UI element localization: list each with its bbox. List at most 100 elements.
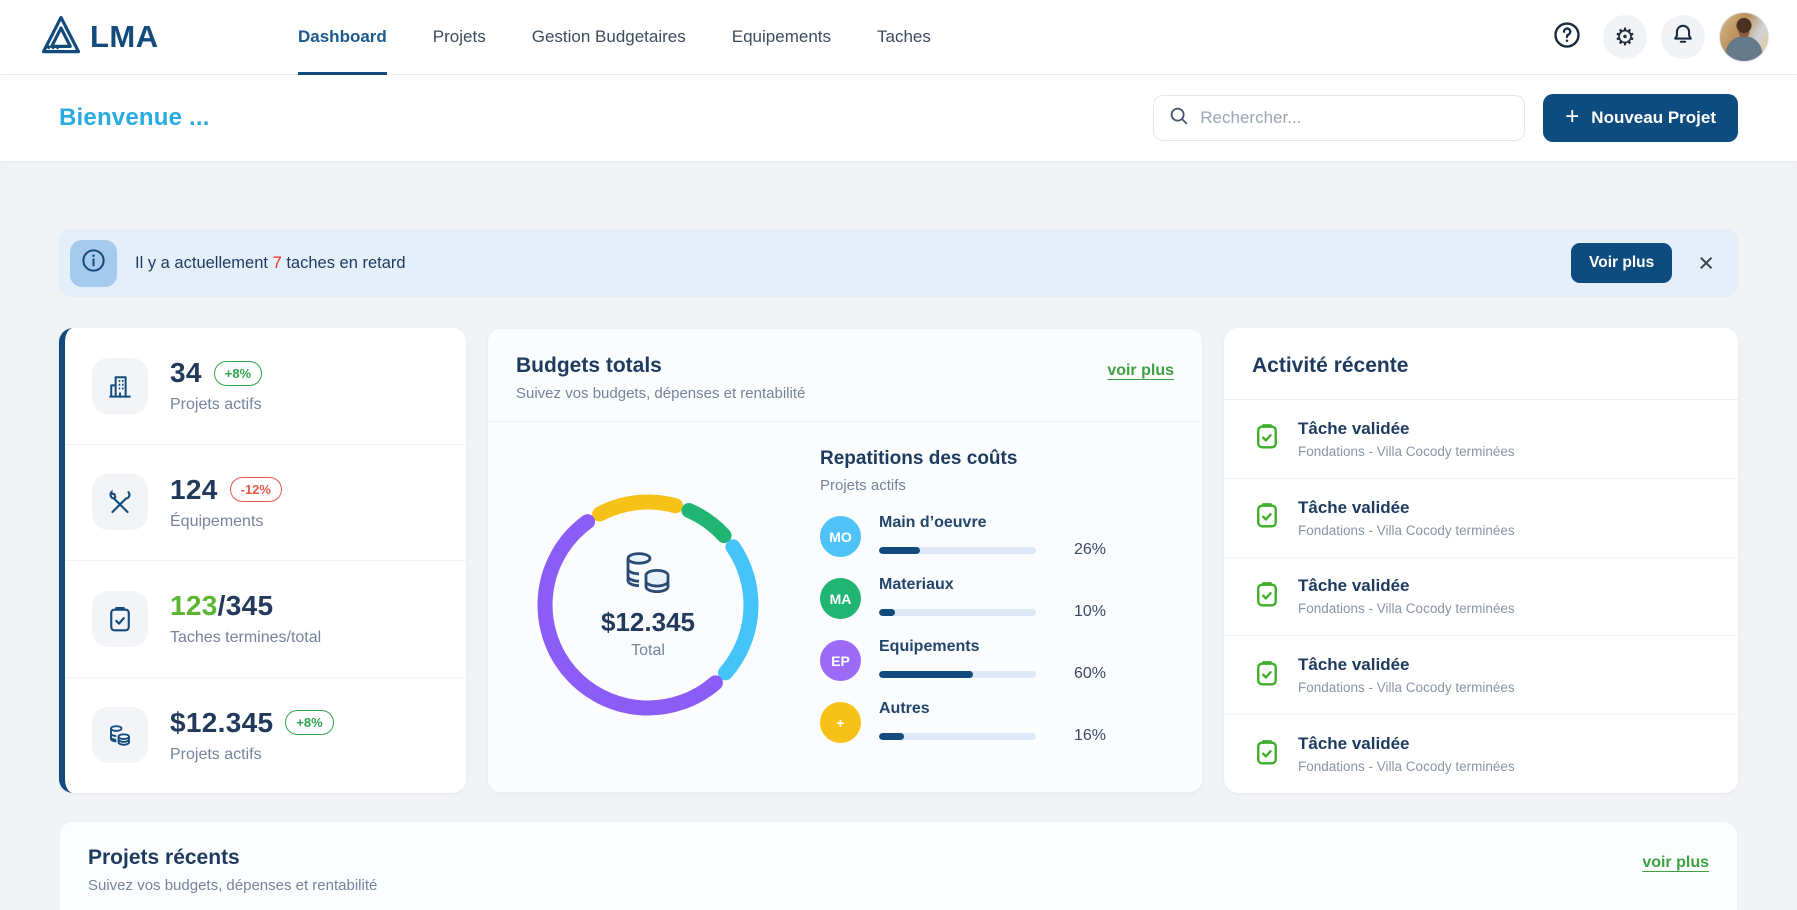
legend-avatar-mo: MO bbox=[820, 516, 861, 557]
activity-item[interactable]: Tâche validée Fondations - Villa Cocody … bbox=[1224, 400, 1738, 479]
stat-value: 124 bbox=[170, 474, 218, 506]
budget-donut-chart: $12.345 Total bbox=[530, 487, 766, 723]
activity-item-subtitle: Fondations - Villa Cocody terminées bbox=[1298, 759, 1515, 774]
stat-badge: +8% bbox=[214, 361, 262, 386]
coins-stack-icon bbox=[620, 550, 676, 601]
activity-item-title: Tâche validée bbox=[1298, 655, 1515, 675]
recent-activity-card: Activité récente Tâche validée Fondation… bbox=[1224, 328, 1738, 793]
activity-item-subtitle: Fondations - Villa Cocody terminées bbox=[1298, 680, 1515, 695]
nav-equipements[interactable]: Equipements bbox=[732, 0, 831, 75]
clipboard-check-icon bbox=[1252, 657, 1282, 694]
recent-subtitle: Suivez vos budgets, dépenses et rentabil… bbox=[88, 877, 377, 894]
budget-voir-plus-link[interactable]: voir plus bbox=[1107, 362, 1174, 380]
stat-label: Projets actifs bbox=[170, 746, 334, 764]
legend-percent: 26% bbox=[1074, 541, 1106, 559]
activity-title: Activité récente bbox=[1252, 354, 1710, 378]
stat-label: Équipements bbox=[170, 513, 282, 531]
app-logo[interactable]: LMA bbox=[38, 14, 238, 61]
legend-avatar-autres: + bbox=[820, 702, 861, 743]
activity-item[interactable]: Tâche validée Fondations - Villa Cocody … bbox=[1224, 715, 1738, 793]
coins-icon bbox=[92, 707, 148, 763]
activity-item-title: Tâche validée bbox=[1298, 734, 1515, 754]
main-content: Il y a actuellement 7 taches en retard V… bbox=[0, 229, 1797, 910]
stat-value: 34 bbox=[170, 357, 202, 389]
legend-equipements: EP Equipements 60% bbox=[820, 638, 1168, 683]
help-button[interactable] bbox=[1545, 15, 1589, 59]
nav-taches[interactable]: Taches bbox=[877, 0, 931, 75]
nav-gestion-budgetaires[interactable]: Gestion Budgetaires bbox=[532, 0, 686, 75]
breakdown-subtitle: Projets actifs bbox=[820, 477, 1168, 494]
alert-text-before: Il y a actuellement bbox=[135, 254, 273, 272]
voir-plus-button[interactable]: Voir plus bbox=[1571, 243, 1672, 283]
info-icon bbox=[80, 247, 107, 279]
activity-item-subtitle: Fondations - Villa Cocody terminées bbox=[1298, 444, 1515, 459]
recent-projects-card: Projets récents Suivez vos budgets, dépe… bbox=[59, 821, 1738, 910]
activity-item[interactable]: Tâche validée Fondations - Villa Cocody … bbox=[1224, 479, 1738, 558]
activity-item-subtitle: Fondations - Villa Cocody terminées bbox=[1298, 523, 1515, 538]
breakdown-title: Repatitions des coûts bbox=[820, 448, 1168, 470]
alert-text-after: taches en retard bbox=[282, 254, 406, 272]
notifications-button[interactable] bbox=[1661, 15, 1705, 59]
settings-button[interactable]: ⚙ bbox=[1603, 15, 1647, 59]
activity-item[interactable]: Tâche validée Fondations - Villa Cocody … bbox=[1224, 558, 1738, 637]
activity-item-title: Tâche validée bbox=[1298, 576, 1515, 596]
budget-card: Budgets totals Suivez vos budgets, dépen… bbox=[487, 328, 1203, 793]
legend-materiaux: MA Materiaux 10% bbox=[820, 576, 1168, 621]
cost-breakdown: Repatitions des coûts Projets actifs MO … bbox=[820, 448, 1168, 762]
activity-item-title: Tâche validée bbox=[1298, 498, 1515, 518]
main-nav: Dashboard Projets Gestion Budgetaires Eq… bbox=[298, 0, 931, 75]
activity-item-title: Tâche validée bbox=[1298, 419, 1515, 439]
tools-icon bbox=[92, 474, 148, 530]
user-avatar[interactable] bbox=[1719, 12, 1769, 62]
legend-percent: 60% bbox=[1074, 665, 1106, 683]
legend-avatar-ep: EP bbox=[820, 640, 861, 681]
header-actions: ⚙ bbox=[1545, 12, 1769, 62]
progress-fill bbox=[879, 733, 904, 740]
legend-label: Equipements bbox=[879, 638, 1168, 656]
search-input[interactable] bbox=[1200, 108, 1510, 128]
logo-text: LMA bbox=[90, 19, 159, 55]
donut-total-label: Total bbox=[631, 642, 665, 660]
welcome-bar: Bienvenue ... + Nouveau Projet bbox=[0, 75, 1797, 161]
donut-total-value: $12.345 bbox=[601, 607, 695, 638]
clipboard-check-icon bbox=[1252, 578, 1282, 615]
new-project-button[interactable]: + Nouveau Projet bbox=[1543, 94, 1738, 142]
alert-count: 7 bbox=[273, 254, 282, 272]
plus-icon: + bbox=[1565, 105, 1579, 129]
search-box[interactable] bbox=[1153, 95, 1525, 141]
legend-main-doeuvre: MO Main d’oeuvre 26% bbox=[820, 514, 1168, 559]
info-icon-wrap bbox=[70, 240, 117, 287]
budget-subtitle: Suivez vos budgets, dépenses et rentabil… bbox=[516, 385, 805, 402]
recent-title: Projets récents bbox=[88, 846, 377, 870]
legend-avatar-ma: MA bbox=[820, 578, 861, 619]
legend-label: Autres bbox=[879, 700, 1168, 718]
progress-track bbox=[879, 609, 1036, 616]
stats-card: 34 +8% Projets actifs bbox=[59, 328, 466, 793]
progress-fill bbox=[879, 547, 920, 554]
nav-dashboard[interactable]: Dashboard bbox=[298, 0, 387, 75]
nav-projets[interactable]: Projets bbox=[433, 0, 486, 75]
building-icon bbox=[92, 358, 148, 414]
stat-budget: $12.345 +8% Projets actifs bbox=[65, 678, 466, 794]
recent-voir-plus-link[interactable]: voir plus bbox=[1642, 854, 1709, 872]
alert-message: Il y a actuellement 7 taches en retard bbox=[135, 254, 406, 273]
stat-equipements: 124 -12% Équipements bbox=[65, 445, 466, 562]
overdue-tasks-banner: Il y a actuellement 7 taches en retard V… bbox=[59, 229, 1738, 297]
stat-value-done: 123 bbox=[170, 590, 218, 621]
stat-taches: 123/345 Taches termines/total bbox=[65, 561, 466, 678]
progress-fill bbox=[879, 609, 895, 616]
stat-label: Taches termines/total bbox=[170, 629, 321, 647]
set-square-icon bbox=[38, 14, 84, 61]
stat-value-total: /345 bbox=[218, 590, 274, 621]
help-icon bbox=[1552, 20, 1582, 55]
clipboard-check-icon bbox=[1252, 736, 1282, 773]
legend-label: Main d’oeuvre bbox=[879, 514, 1168, 532]
progress-track bbox=[879, 671, 1036, 678]
bell-icon bbox=[1670, 22, 1696, 53]
search-icon bbox=[1168, 105, 1190, 132]
close-icon[interactable]: × bbox=[1698, 250, 1714, 277]
greeting-text: Bienvenue ... bbox=[59, 104, 210, 132]
activity-item[interactable]: Tâche validée Fondations - Villa Cocody … bbox=[1224, 636, 1738, 715]
stat-value: 123/345 bbox=[170, 590, 273, 622]
progress-track bbox=[879, 547, 1036, 554]
